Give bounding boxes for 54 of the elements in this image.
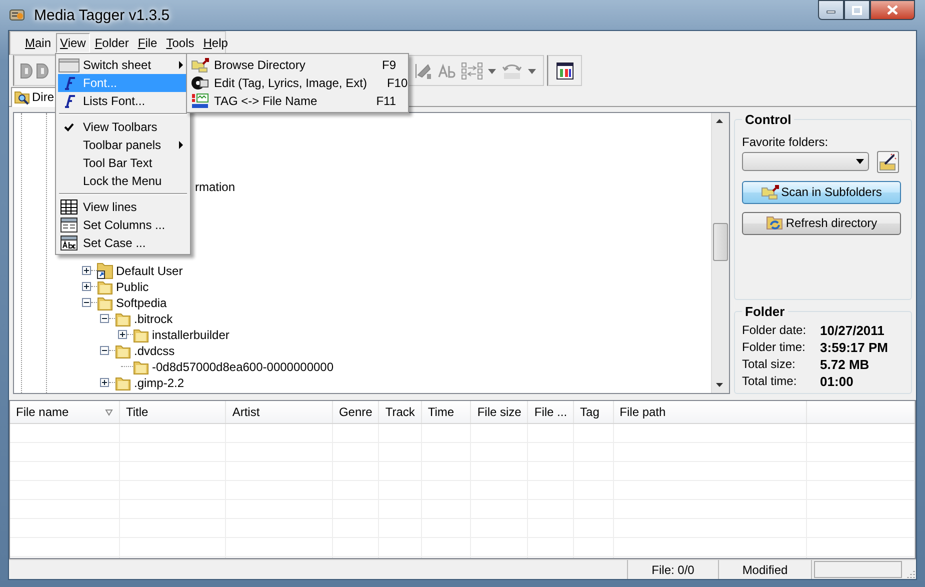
menu-item[interactable]: Folder — [90, 33, 133, 53]
tree-item[interactable]: .bitrock — [134, 312, 173, 326]
status-text: File: 0/0 — [628, 560, 719, 579]
tree-item[interactable]: installerbuilder — [152, 328, 230, 342]
menu-item[interactable]: View — [56, 33, 90, 53]
menu-item[interactable]: File — [134, 33, 162, 53]
menu-item[interactable]: Tools — [162, 33, 198, 53]
tree-item[interactable]: -0d8d57000d8ea600-0000000000 — [152, 360, 334, 374]
menu-item[interactable]: Lists Font... — [58, 92, 188, 110]
refresh-button[interactable]: Refresh directory — [742, 212, 901, 235]
field-label: Favorite folders: — [742, 134, 830, 149]
column-header[interactable]: Artist — [226, 400, 332, 424]
info-value: 5.72 MB — [820, 356, 870, 372]
menu-item[interactable]: Lock the Menu — [58, 172, 188, 190]
panel-title: Folder — [744, 304, 786, 319]
panel-title: Control — [744, 112, 792, 127]
menu-item[interactable]: Set Columns ... — [58, 216, 188, 234]
menu-item[interactable]: Switch sheet — [58, 56, 188, 74]
column-header[interactable]: Title — [119, 400, 226, 424]
menu-item[interactable]: View lines — [58, 198, 188, 216]
tree-item[interactable]: rmation — [195, 180, 236, 194]
menu-item[interactable]: Help — [199, 33, 232, 53]
info-label: Total time: — [742, 374, 798, 389]
menu-item[interactable]: Toolbar panels — [58, 136, 188, 154]
menu-item[interactable]: Edit (Tag, Lyrics, Image, Ext) F10 — [189, 74, 406, 92]
column-header[interactable]: File name — [10, 400, 120, 424]
menu-item[interactable]: Set Case ... — [58, 234, 188, 252]
column-header[interactable]: Genre — [332, 400, 379, 424]
menu-item[interactable]: Tool Bar Text — [58, 154, 188, 172]
column-header[interactable]: File ... — [528, 400, 574, 424]
column-header[interactable]: File path — [613, 400, 806, 424]
info-label: Total size: — [742, 356, 796, 372]
status-text: Modified — [719, 560, 812, 579]
column-header[interactable]: Track — [378, 400, 422, 424]
info-label: Folder time: — [742, 340, 806, 355]
menu-item[interactable]: Browse Directory F9 — [189, 56, 406, 74]
directory-tab[interactable]: Dire — [11, 86, 56, 107]
tree-item[interactable]: .gimp-2.2 — [134, 376, 184, 390]
column-header[interactable]: Tag — [574, 400, 614, 424]
info-value: 01:00 — [820, 374, 854, 389]
window-title: Media Tagger v1.3.5 — [34, 6, 170, 24]
tree-item[interactable]: Public — [116, 280, 149, 294]
info-value: 10/27/2011 — [820, 322, 886, 338]
info-label: Folder date: — [742, 322, 806, 338]
column-header[interactable]: File size — [470, 400, 528, 424]
tree-item[interactable]: Softpedia — [116, 296, 167, 310]
menu-item[interactable]: TAG <-> File Name F11 — [189, 92, 406, 110]
tree-item[interactable]: .dvdcss — [134, 344, 175, 358]
scan-button[interactable]: Scan in Subfolders — [742, 180, 901, 204]
menu-item[interactable]: Main — [21, 33, 56, 53]
info-value: 3:59:17 PM — [820, 340, 889, 355]
tree-item[interactable]: Default User — [116, 264, 183, 278]
column-header[interactable]: Time — [421, 400, 471, 424]
menu-item[interactable]: View Toolbars — [58, 118, 188, 136]
